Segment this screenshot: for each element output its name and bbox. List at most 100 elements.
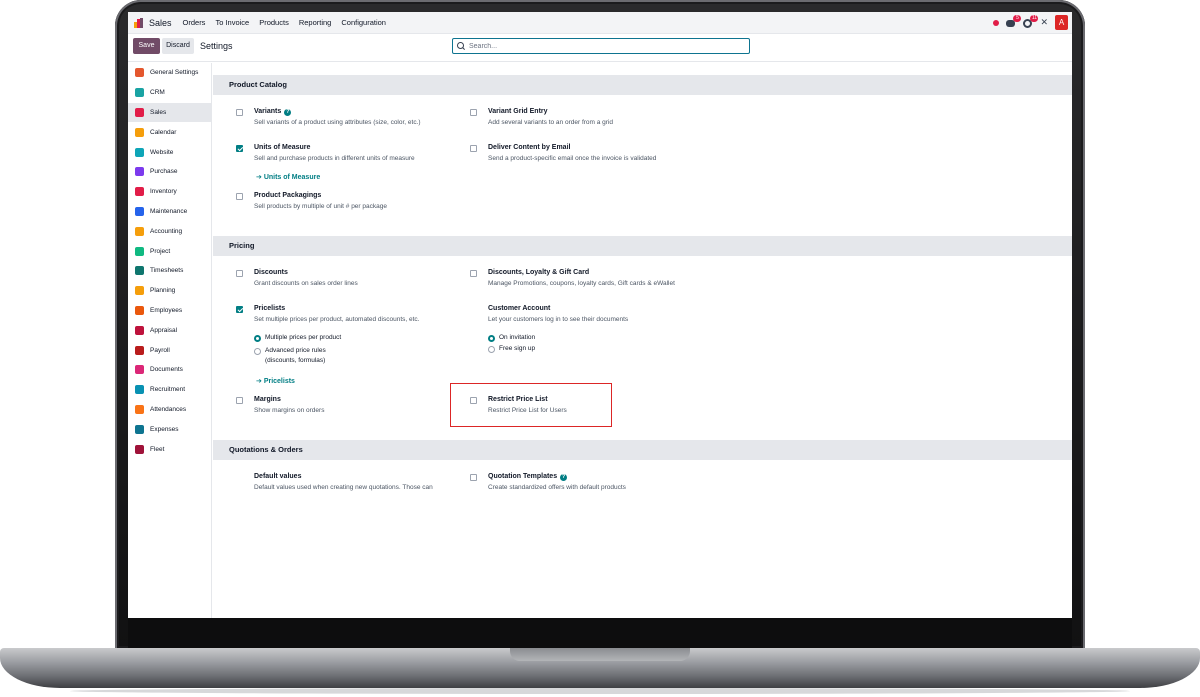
sidebar-item-timesheets[interactable]: Timesheets xyxy=(128,261,211,281)
sidebar-item-label: Timesheets xyxy=(150,267,184,275)
sidebar-item-sales[interactable]: Sales xyxy=(128,102,211,123)
sidebar-item-general-settings[interactable]: General Settings xyxy=(128,63,211,83)
setting-title: Deliver Content by Email xyxy=(488,144,571,151)
setting-desc: Set multiple prices per product, automat… xyxy=(254,316,420,323)
menu-to-invoice[interactable]: To Invoice xyxy=(215,18,249,27)
section-product-catalog: Product Catalog xyxy=(213,75,1072,95)
variant-grid-checkbox[interactable] xyxy=(470,109,477,116)
sidebar-item-expenses[interactable]: Expenses xyxy=(128,419,211,439)
sidebar-item-planning[interactable]: Planning xyxy=(128,281,211,301)
setting-title: Units of Measure xyxy=(254,144,311,151)
sales-icon xyxy=(135,107,144,117)
activities-clock-icon[interactable]: 11 xyxy=(1023,14,1039,28)
sidebar-item-calendar[interactable]: Calendar xyxy=(128,122,211,142)
section-quotations-orders: Quotations & Orders xyxy=(213,440,1072,460)
radio-button[interactable] xyxy=(254,335,261,342)
pricelists-checkbox[interactable] xyxy=(236,306,243,313)
sidebar-item-crm[interactable]: CRM xyxy=(128,83,211,103)
sidebar-item-label: Sales xyxy=(150,108,167,116)
sidebar-item-payroll[interactable]: Payroll xyxy=(128,340,211,360)
planning-icon xyxy=(135,286,144,296)
uom-link[interactable]: ➔ Units of Measure xyxy=(256,173,320,181)
setting-title: Margins xyxy=(254,396,281,403)
setting-desc: Sell products by multiple of unit # per … xyxy=(254,203,387,210)
setting-desc: Send a product-specific email once the i… xyxy=(488,155,657,162)
setting-desc: Create standardized offers with default … xyxy=(488,484,626,491)
messages-icon[interactable]: 5 xyxy=(1006,14,1022,28)
timesheets-icon xyxy=(135,266,144,276)
app-name[interactable]: Sales xyxy=(149,18,172,28)
margins-checkbox[interactable] xyxy=(236,397,243,404)
search-input[interactable] xyxy=(469,42,739,50)
recruitment-icon xyxy=(135,385,144,395)
sidebar-item-purchase[interactable]: Purchase xyxy=(128,162,211,182)
radio-button[interactable] xyxy=(488,335,495,342)
documents-icon xyxy=(135,365,144,375)
sidebar-item-label: Inventory xyxy=(150,188,177,196)
general-settings-icon xyxy=(135,68,144,78)
discard-button[interactable]: Discard xyxy=(162,38,194,54)
setting-title: Discounts, Loyalty & Gift Card xyxy=(488,269,590,276)
crm-icon xyxy=(135,88,144,98)
calendar-icon xyxy=(135,127,144,137)
maintenance-icon xyxy=(135,206,144,216)
sidebar-item-employees[interactable]: Employees xyxy=(128,301,211,321)
section-pricing: Pricing xyxy=(213,236,1072,256)
payroll-icon xyxy=(135,345,144,355)
radio-button[interactable] xyxy=(254,348,261,355)
purchase-icon xyxy=(135,167,144,177)
screen: Sales Orders To Invoice Products Reporti… xyxy=(128,12,1072,618)
menu-configuration[interactable]: Configuration xyxy=(341,18,386,27)
sidebar-item-documents[interactable]: Documents xyxy=(128,360,211,380)
quotation-templates-checkbox[interactable] xyxy=(470,474,477,481)
sidebar-item-inventory[interactable]: Inventory xyxy=(128,182,211,202)
variants-checkbox[interactable] xyxy=(236,109,243,116)
sidebar-item-maintenance[interactable]: Maintenance xyxy=(128,202,211,222)
sidebar-item-project[interactable]: Project xyxy=(128,241,211,261)
sidebar-item-website[interactable]: Website xyxy=(128,142,211,162)
menu-reporting[interactable]: Reporting xyxy=(299,18,332,27)
sales-app-icon[interactable] xyxy=(134,17,144,28)
setting-desc: Sell and purchase products in different … xyxy=(254,155,415,162)
discounts-checkbox[interactable] xyxy=(236,270,243,277)
sidebar-item-recruitment[interactable]: Recruitment xyxy=(128,380,211,400)
sidebar-item-label: Website xyxy=(150,148,174,156)
sidebar-item-accounting[interactable]: Accounting xyxy=(128,221,211,241)
help-icon[interactable]: ? xyxy=(560,474,568,481)
setting-title: Quotation Templates? xyxy=(488,473,568,481)
inventory-icon xyxy=(135,187,144,197)
help-icon[interactable]: ? xyxy=(284,109,292,116)
sidebar-item-label: Recruitment xyxy=(150,386,186,394)
uom-checkbox[interactable] xyxy=(236,145,243,152)
sidebar-item-label: Employees xyxy=(150,306,183,314)
packagings-checkbox[interactable] xyxy=(236,193,243,200)
messages-badge: 5 xyxy=(1013,14,1022,22)
sidebar-item-label: Payroll xyxy=(150,346,170,354)
project-icon xyxy=(135,246,144,256)
sidebar-item-label: Purchase xyxy=(150,168,178,176)
deliver-email-checkbox[interactable] xyxy=(470,145,477,152)
top-navbar: Sales Orders To Invoice Products Reporti… xyxy=(128,12,1072,34)
sidebar-item-fleet[interactable]: Fleet xyxy=(128,439,211,459)
menu-products[interactable]: Products xyxy=(259,18,289,27)
pricelists-link[interactable]: ➔ Pricelists xyxy=(256,377,295,385)
sidebar-item-label: Documents xyxy=(150,366,183,374)
control-panel: Save Discard Settings xyxy=(128,34,1072,62)
setting-desc: Sell variants of a product using attribu… xyxy=(254,119,421,126)
tools-icon[interactable]: ✕ xyxy=(1040,17,1048,28)
sidebar-item-appraisal[interactable]: Appraisal xyxy=(128,320,211,340)
sidebar-item-attendances[interactable]: Attendances xyxy=(128,400,211,420)
setting-title: Default values xyxy=(254,473,302,480)
avatar[interactable]: A xyxy=(1055,15,1068,30)
radio-label: Free sign up xyxy=(499,345,536,352)
setting-title: Product Packagings xyxy=(254,192,322,199)
status-dot-icon[interactable] xyxy=(993,19,1000,26)
save-button[interactable]: Save xyxy=(133,38,160,54)
search-box[interactable] xyxy=(452,38,750,54)
sidebar-item-label: Accounting xyxy=(150,227,183,235)
menu-orders[interactable]: Orders xyxy=(183,18,206,27)
highlight-box xyxy=(450,383,612,427)
radio-button[interactable] xyxy=(488,346,495,353)
systray: 5 11 ✕ A xyxy=(993,14,1068,30)
loyalty-checkbox[interactable] xyxy=(470,270,477,277)
